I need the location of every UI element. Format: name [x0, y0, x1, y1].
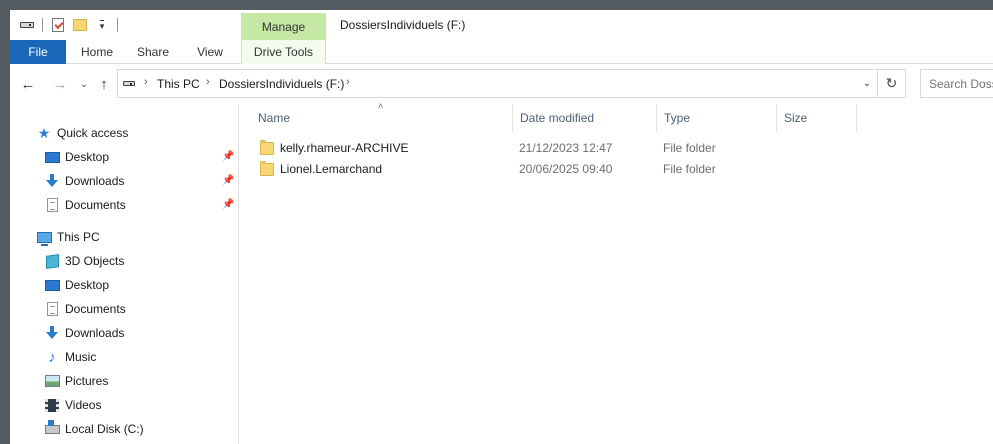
file-row[interactable]: kelly.rhameur-ARCHIVE 21/12/2023 12:47 F… — [250, 137, 993, 159]
sidebar-item-label: Music — [65, 350, 97, 364]
navigation-bar: ← → ⌄ ↑ › This PC › DossiersIndividuels … — [10, 65, 993, 103]
videos-icon — [44, 397, 60, 413]
column-header-name[interactable]: Name — [250, 104, 512, 132]
pin-icon[interactable]: 📌 — [222, 151, 234, 162]
file-name-cell[interactable]: kelly.rhameur-ARCHIVE — [260, 137, 408, 159]
column-header-date-modified[interactable]: Date modified — [512, 104, 656, 132]
forward-arrow-icon[interactable]: → — [52, 76, 68, 93]
sidebar-item-videos[interactable]: Videos — [44, 394, 101, 416]
breadcrumb-chevron-icon[interactable]: › — [144, 76, 148, 88]
title-bar: ▾ Manage DossiersIndividuels (F:) — [10, 10, 993, 40]
file-name: kelly.rhameur-ARCHIVE — [280, 141, 409, 155]
computer-icon — [36, 229, 52, 246]
sidebar-item-desktop[interactable]: Desktop — [44, 146, 109, 168]
navigation-pane: ★ Quick access Desktop 📌 Downloads 📌 Doc… — [10, 104, 239, 444]
drive-icon[interactable] — [18, 16, 36, 34]
quick-access-toolbar: ▾ — [18, 16, 124, 34]
recent-locations-chevron-icon[interactable]: ⌄ — [76, 76, 92, 92]
sidebar-item-downloads[interactable]: Downloads — [44, 322, 124, 344]
sidebar-item-label: Documents — [65, 302, 126, 316]
breadcrumb-chevron-icon[interactable]: › — [206, 76, 210, 88]
ribbon-tabs: File Home Share View Drive Tools — [10, 40, 993, 64]
sidebar-item-label: Pictures — [65, 374, 109, 388]
tab-share[interactable]: Share — [128, 40, 178, 64]
pictures-icon — [44, 373, 60, 389]
column-headers: ˄ Name Date modified Type Size — [250, 101, 993, 132]
sidebar-item-label: Downloads — [65, 326, 125, 340]
search-input[interactable] — [920, 69, 993, 98]
music-icon: ♪ — [48, 348, 56, 366]
new-folder-icon[interactable] — [71, 16, 89, 34]
star-icon: ★ — [37, 124, 51, 141]
desktop-icon — [44, 277, 60, 293]
breadcrumb-chevron-icon[interactable]: › — [346, 76, 350, 88]
sidebar-item-label: Quick access — [57, 126, 129, 140]
back-arrow-icon[interactable]: ← — [20, 76, 36, 93]
tab-manage[interactable]: Manage — [241, 13, 326, 40]
toolbar-divider — [117, 18, 118, 32]
sidebar-item-documents[interactable]: Documents — [44, 194, 126, 216]
tab-home[interactable]: Home — [72, 40, 122, 64]
address-dropdown-icon[interactable]: ⌄ — [863, 78, 871, 89]
pin-icon[interactable]: 📌 — [222, 175, 234, 186]
desktop-icon — [44, 149, 60, 165]
sidebar-item-local-disk[interactable]: Local Disk (C:) — [44, 418, 144, 440]
sidebar-item-label: Local Disk (C:) — [65, 422, 144, 436]
file-row[interactable]: Lionel.Lemarchand 20/06/2025 09:40 File … — [250, 158, 993, 180]
sidebar-item-label: Documents — [65, 198, 126, 212]
sidebar-item-downloads[interactable]: Downloads — [44, 170, 124, 192]
sidebar-item-documents[interactable]: Documents — [44, 298, 126, 320]
file-name: Lionel.Lemarchand — [280, 162, 383, 176]
breadcrumb-dossiers[interactable]: DossiersIndividuels (F:) — [219, 77, 344, 91]
drive-icon — [123, 81, 135, 86]
sidebar-item-label: Desktop — [65, 150, 110, 164]
explorer-window: ▾ Manage DossiersIndividuels (F:) File H… — [10, 10, 993, 444]
properties-icon[interactable] — [49, 16, 67, 34]
documents-icon — [44, 197, 60, 213]
up-arrow-icon[interactable]: ↑ — [96, 76, 112, 93]
file-date: 21/12/2023 12:47 — [519, 141, 613, 155]
sidebar-item-desktop[interactable]: Desktop — [44, 274, 109, 296]
sidebar-item-label: 3D Objects — [65, 254, 125, 268]
tab-view[interactable]: View — [184, 40, 236, 64]
downloads-icon — [44, 173, 60, 189]
documents-icon — [44, 301, 60, 317]
tab-drive-tools[interactable]: Drive Tools — [241, 40, 326, 64]
pin-icon[interactable]: 📌 — [222, 199, 234, 210]
column-header-size[interactable]: Size — [776, 104, 856, 132]
sidebar-item-pictures[interactable]: Pictures — [44, 370, 108, 392]
local-disk-icon — [44, 419, 60, 437]
file-type: File folder — [663, 141, 716, 155]
customize-toolbar-icon[interactable]: ▾ — [93, 16, 111, 34]
file-type: File folder — [663, 162, 716, 176]
file-name-cell[interactable]: Lionel.Lemarchand — [260, 158, 382, 180]
column-divider[interactable] — [856, 104, 857, 132]
sidebar-item-label: This PC — [57, 230, 100, 244]
sidebar-item-quick-access[interactable]: ★ Quick access — [36, 122, 129, 144]
breadcrumb-this-pc[interactable]: This PC — [157, 77, 200, 91]
sidebar-item-label: Desktop — [65, 278, 110, 292]
column-header-type[interactable]: Type — [656, 104, 776, 132]
3d-objects-icon — [44, 253, 60, 269]
toolbar-divider — [42, 18, 43, 32]
window-title: DossiersIndividuels (F:) — [340, 18, 466, 32]
folder-icon — [260, 160, 274, 176]
folder-icon — [260, 139, 274, 155]
address-bar[interactable]: › This PC › DossiersIndividuels (F:) › ⌄ — [117, 69, 878, 98]
downloads-icon — [44, 325, 60, 341]
sidebar-item-label: Downloads — [65, 174, 125, 188]
file-date: 20/06/2025 09:40 — [519, 162, 613, 176]
sidebar-item-label: Videos — [65, 398, 102, 412]
refresh-icon[interactable]: ↻ — [878, 69, 906, 98]
sidebar-item-this-pc[interactable]: This PC — [36, 226, 100, 248]
tab-file[interactable]: File — [10, 40, 66, 64]
sidebar-item-3d-objects[interactable]: 3D Objects — [44, 250, 124, 272]
sidebar-item-music[interactable]: ♪ Music — [44, 346, 96, 368]
